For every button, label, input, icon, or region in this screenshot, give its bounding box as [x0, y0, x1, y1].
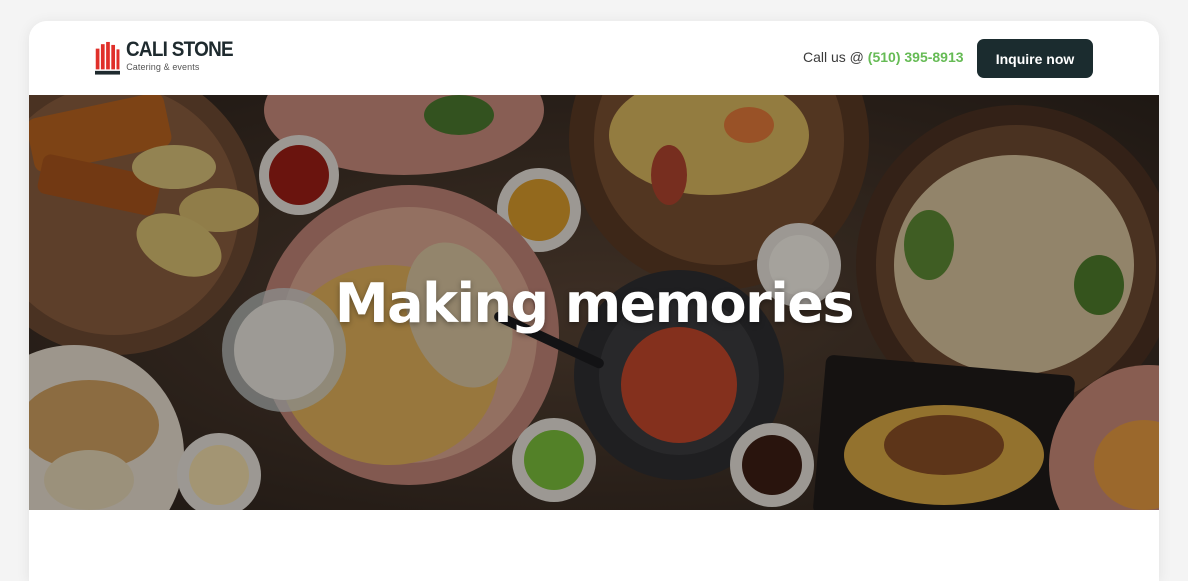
call-us: Call us @ (510) 395-8913	[803, 49, 964, 65]
brand-logo[interactable]: CALI STONE Catering & events	[95, 35, 245, 83]
hero-banner: Making memories	[29, 95, 1159, 510]
content-area	[29, 510, 1159, 581]
browser-frame: CALI STONE Catering & events Call us @ (…	[29, 21, 1159, 581]
call-prefix: Call us @	[803, 49, 868, 65]
site-header: CALI STONE Catering & events Call us @ (…	[29, 21, 1159, 95]
phone-link[interactable]: (510) 395-8913	[868, 49, 964, 65]
hero-title: Making memories	[334, 272, 855, 335]
cali-stone-logo-icon	[95, 41, 121, 75]
brand-tagline: Catering & events	[126, 62, 200, 72]
logo-text: CALI STONE Catering & events	[126, 35, 245, 72]
inquire-now-button[interactable]: Inquire now	[977, 39, 1093, 78]
brand-name: CALI STONE	[126, 38, 234, 61]
